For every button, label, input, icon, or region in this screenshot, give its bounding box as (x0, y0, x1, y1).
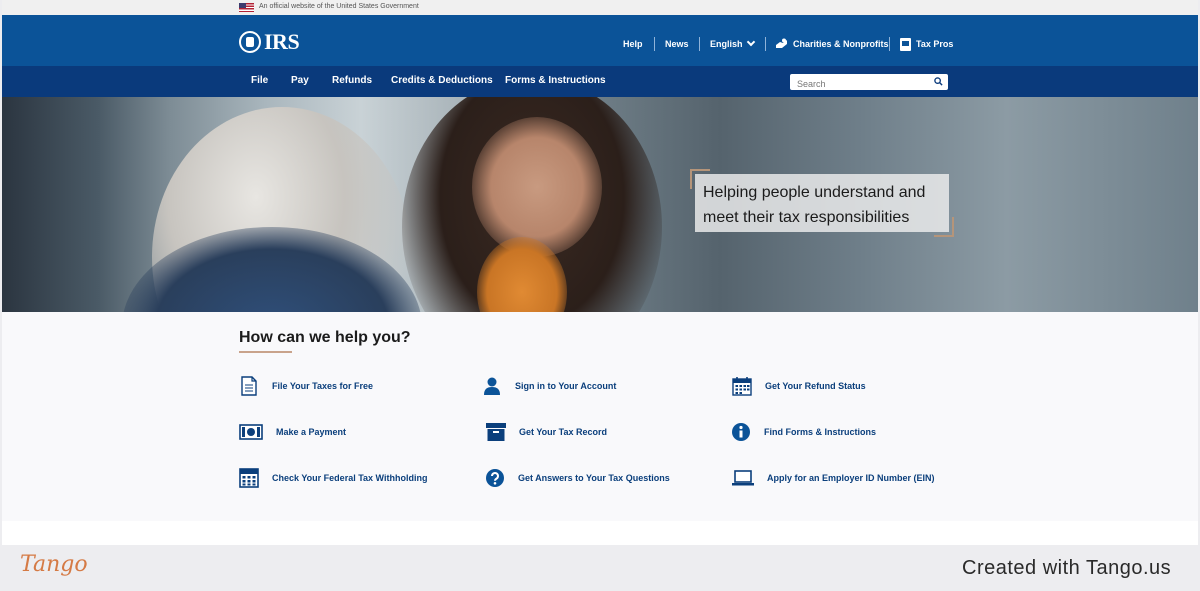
link-label: Sign in to Your Account (515, 381, 617, 391)
calculator-icon (239, 468, 259, 488)
search-box (790, 74, 948, 91)
main-nav: File Pay Refunds Credits & Deductions Fo… (2, 66, 1198, 97)
question-icon (485, 468, 505, 488)
employer-id-link[interactable]: Apply for an Employer ID Number (EIN) (732, 468, 935, 488)
nav-forms-instructions[interactable]: Forms & Instructions (505, 75, 606, 86)
tax-pros-link[interactable]: Tax Pros (916, 39, 953, 49)
help-section: How can we help you? File Your Taxes for… (2, 312, 1198, 521)
news-link[interactable]: News (665, 39, 689, 49)
heading-underline (239, 351, 292, 353)
caption-corner-decoration (934, 217, 954, 237)
make-payment-link[interactable]: Make a Payment (239, 422, 346, 442)
tax-withholding-link[interactable]: Check Your Federal Tax Withholding (239, 468, 427, 488)
file-taxes-free-link[interactable]: File Your Taxes for Free (239, 376, 373, 396)
money-icon (239, 422, 263, 442)
tango-credit-text: Created with Tango.us (962, 557, 1172, 579)
search-input[interactable] (797, 77, 932, 91)
language-label: English (710, 39, 743, 49)
help-link[interactable]: Help (623, 39, 643, 49)
divider (654, 37, 655, 51)
site-header: IRS Help News English Charities & Nonpro… (2, 15, 1198, 66)
laptop-icon (732, 468, 754, 488)
divider (765, 37, 766, 51)
help-heading: How can we help you? (239, 329, 411, 346)
hero-caption: Helping people understand and meet their… (695, 174, 949, 232)
hero-caption-line: meet their tax responsibilities (703, 209, 910, 226)
document-icon (239, 376, 259, 396)
nav-pay[interactable]: Pay (291, 75, 309, 86)
tango-logo: Tango (20, 552, 88, 577)
eagle-seal-icon (239, 31, 261, 53)
nav-file[interactable]: File (251, 75, 268, 86)
info-icon (731, 422, 751, 442)
hero-caption-line: Helping people understand and (703, 184, 926, 201)
tax-pros-icon (900, 38, 911, 51)
forms-instructions-link[interactable]: Find Forms & Instructions (731, 422, 876, 442)
hero-photo-face (472, 117, 602, 257)
page-bottom (2, 521, 1198, 545)
link-label: Check Your Federal Tax Withholding (272, 473, 428, 483)
user-icon (482, 376, 502, 396)
sign-in-account-link[interactable]: Sign in to Your Account (482, 376, 616, 396)
divider (699, 37, 700, 51)
chevron-down-icon (746, 37, 755, 47)
gov-banner-text: An official website of the United States… (259, 3, 419, 10)
language-select[interactable]: English (710, 37, 755, 49)
link-label: Get Your Refund Status (765, 381, 866, 391)
charities-nonprofits-link[interactable]: Charities & Nonprofits (793, 39, 889, 49)
us-flag-icon (239, 3, 254, 12)
divider (889, 37, 890, 51)
hero-banner: Helping people understand and meet their… (2, 97, 1198, 312)
search-icon[interactable] (934, 77, 943, 86)
irs-logo[interactable]: IRS (239, 29, 300, 55)
nav-refunds[interactable]: Refunds (332, 75, 372, 86)
refund-status-link[interactable]: Get Your Refund Status (732, 376, 866, 396)
calendar-icon (732, 376, 752, 396)
nav-credits-deductions[interactable]: Credits & Deductions (391, 75, 493, 86)
gov-banner: An official website of the United States… (2, 0, 1198, 15)
link-label: File Your Taxes for Free (272, 381, 374, 391)
browser-page: An official website of the United States… (2, 0, 1198, 545)
link-label: Make a Payment (276, 427, 347, 437)
charity-hand-icon (776, 38, 787, 48)
link-label: Apply for an Employer ID Number (EIN) (767, 473, 935, 483)
logo-wordmark: IRS (264, 29, 300, 54)
link-label: Get Answers to Your Tax Questions (518, 473, 670, 483)
archive-box-icon (486, 422, 506, 442)
tax-record-link[interactable]: Get Your Tax Record (486, 422, 607, 442)
tax-questions-link[interactable]: Get Answers to Your Tax Questions (485, 468, 670, 488)
link-label: Find Forms & Instructions (764, 427, 877, 437)
link-label: Get Your Tax Record (519, 427, 608, 437)
